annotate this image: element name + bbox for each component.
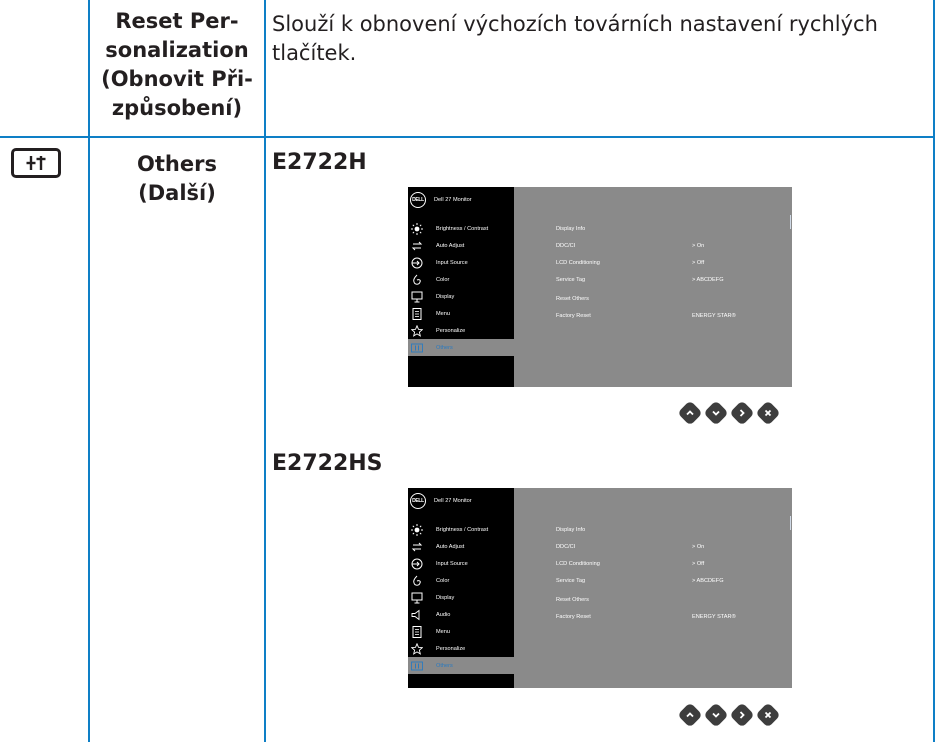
- osd-menu: Brightness / Contrast Auto Adjust Input …: [408, 521, 514, 674]
- osd-item-personalize: Personalize: [408, 322, 514, 339]
- monitor-icon: [410, 290, 424, 304]
- down-icon: [703, 400, 729, 426]
- menu-icon: [410, 307, 424, 321]
- osd-header: DELL Dell 27 Monitor: [408, 488, 514, 514]
- others-icon: [410, 659, 424, 673]
- dell-logo: DELL: [410, 192, 426, 208]
- input-source-icon: [410, 256, 424, 270]
- osd-item-menu: Menu: [408, 623, 514, 640]
- right-icon: [729, 400, 755, 426]
- osd-settings-panel: Display Info DDC/CI > On LCD Conditioning…: [514, 187, 792, 387]
- right-icon: [729, 702, 755, 728]
- input-source-icon: [410, 557, 424, 571]
- osd-item-auto-adjust: Auto Adjust: [408, 538, 514, 555]
- table-border: [933, 0, 935, 742]
- osd-item-auto-adjust: Auto Adjust: [408, 237, 514, 254]
- osd-nav-buttons-e2722h: [677, 400, 781, 426]
- model-label-e2722hs: E2722HS: [272, 451, 383, 476]
- close-icon: [755, 702, 781, 728]
- osd-screenshot-e2722hs: DELL Dell 27 Monitor Brightness / Contra…: [408, 488, 792, 688]
- osd-settings-panel: Display Info DDC/CI > On LCD Conditioning…: [514, 488, 792, 688]
- osd-setting-row: Service Tag > ABCDEFG: [556, 277, 724, 283]
- star-icon: [410, 324, 424, 338]
- osd-item-color: Color: [408, 271, 514, 288]
- osd-setting-row: DDC/CI > On: [556, 544, 705, 550]
- osd-title: Dell 27 Monitor: [434, 498, 472, 504]
- osd-nav-buttons-e2722hs: [677, 702, 781, 728]
- auto-adjust-icon: [410, 239, 424, 253]
- sun-icon: [410, 523, 424, 537]
- sun-icon: [410, 222, 424, 236]
- osd-item-display: Display: [408, 288, 514, 305]
- close-icon: [755, 400, 781, 426]
- osd-item-others: Others: [408, 657, 514, 674]
- osd-setting-row: Factory Reset ENERGY STAR®: [556, 614, 736, 620]
- color-icon: [410, 574, 424, 588]
- down-icon: [703, 702, 729, 728]
- reset-personalization-description: Slouží k obnovení výchozích továrních na…: [272, 12, 878, 65]
- osd-setting-row: Display Info: [556, 226, 586, 232]
- osd-header: DELL Dell 27 Monitor: [408, 187, 514, 213]
- osd-item-display: Display: [408, 589, 514, 606]
- osd-item-menu: Menu: [408, 305, 514, 322]
- dell-logo: DELL: [410, 493, 426, 509]
- up-icon: [677, 400, 703, 426]
- speaker-icon: [410, 608, 424, 622]
- others-sliders-icon: [11, 148, 61, 178]
- reset-personalization-name: Reset Per- sonalization (Obnovit Při- zp…: [101, 9, 253, 120]
- osd-setting-row: Factory Reset ENERGY STAR®: [556, 313, 736, 319]
- osd-item-color: Color: [408, 572, 514, 589]
- osd-item-personalize: Personalize: [408, 640, 514, 657]
- osd-setting-row: LCD Conditioning > Off: [556, 260, 705, 266]
- table-border: [0, 136, 935, 138]
- model-label-e2722h: E2722H: [272, 150, 367, 175]
- osd-menu: Brightness / Contrast Auto Adjust Input …: [408, 220, 514, 356]
- osd-item-brightness: Brightness / Contrast: [408, 521, 514, 538]
- auto-adjust-icon: [410, 540, 424, 554]
- others-icon: [410, 341, 424, 355]
- menu-icon: [410, 625, 424, 639]
- osd-setting-row: Service Tag > ABCDEFG: [556, 578, 724, 584]
- osd-item-input-source: Input Source: [408, 254, 514, 271]
- osd-setting-row: Reset Others: [556, 296, 589, 302]
- table-border: [264, 0, 266, 742]
- osd-item-brightness: Brightness / Contrast: [408, 220, 514, 237]
- monitor-icon: [410, 591, 424, 605]
- star-icon: [410, 642, 424, 656]
- color-icon: [410, 273, 424, 287]
- osd-item-input-source: Input Source: [408, 555, 514, 572]
- osd-item-audio: Audio: [408, 606, 514, 623]
- osd-setting-row: LCD Conditioning > Off: [556, 561, 705, 567]
- osd-screenshot-e2722h: DELL Dell 27 Monitor Brightness / Contra…: [408, 187, 792, 387]
- osd-item-others: Others: [408, 339, 514, 356]
- osd-setting-row: Display Info: [556, 527, 586, 533]
- osd-setting-row: Reset Others: [556, 597, 589, 603]
- up-icon: [677, 702, 703, 728]
- osd-title: Dell 27 Monitor: [434, 197, 472, 203]
- osd-setting-row: DDC/CI > On: [556, 243, 705, 249]
- others-name: Others (Další): [137, 152, 217, 205]
